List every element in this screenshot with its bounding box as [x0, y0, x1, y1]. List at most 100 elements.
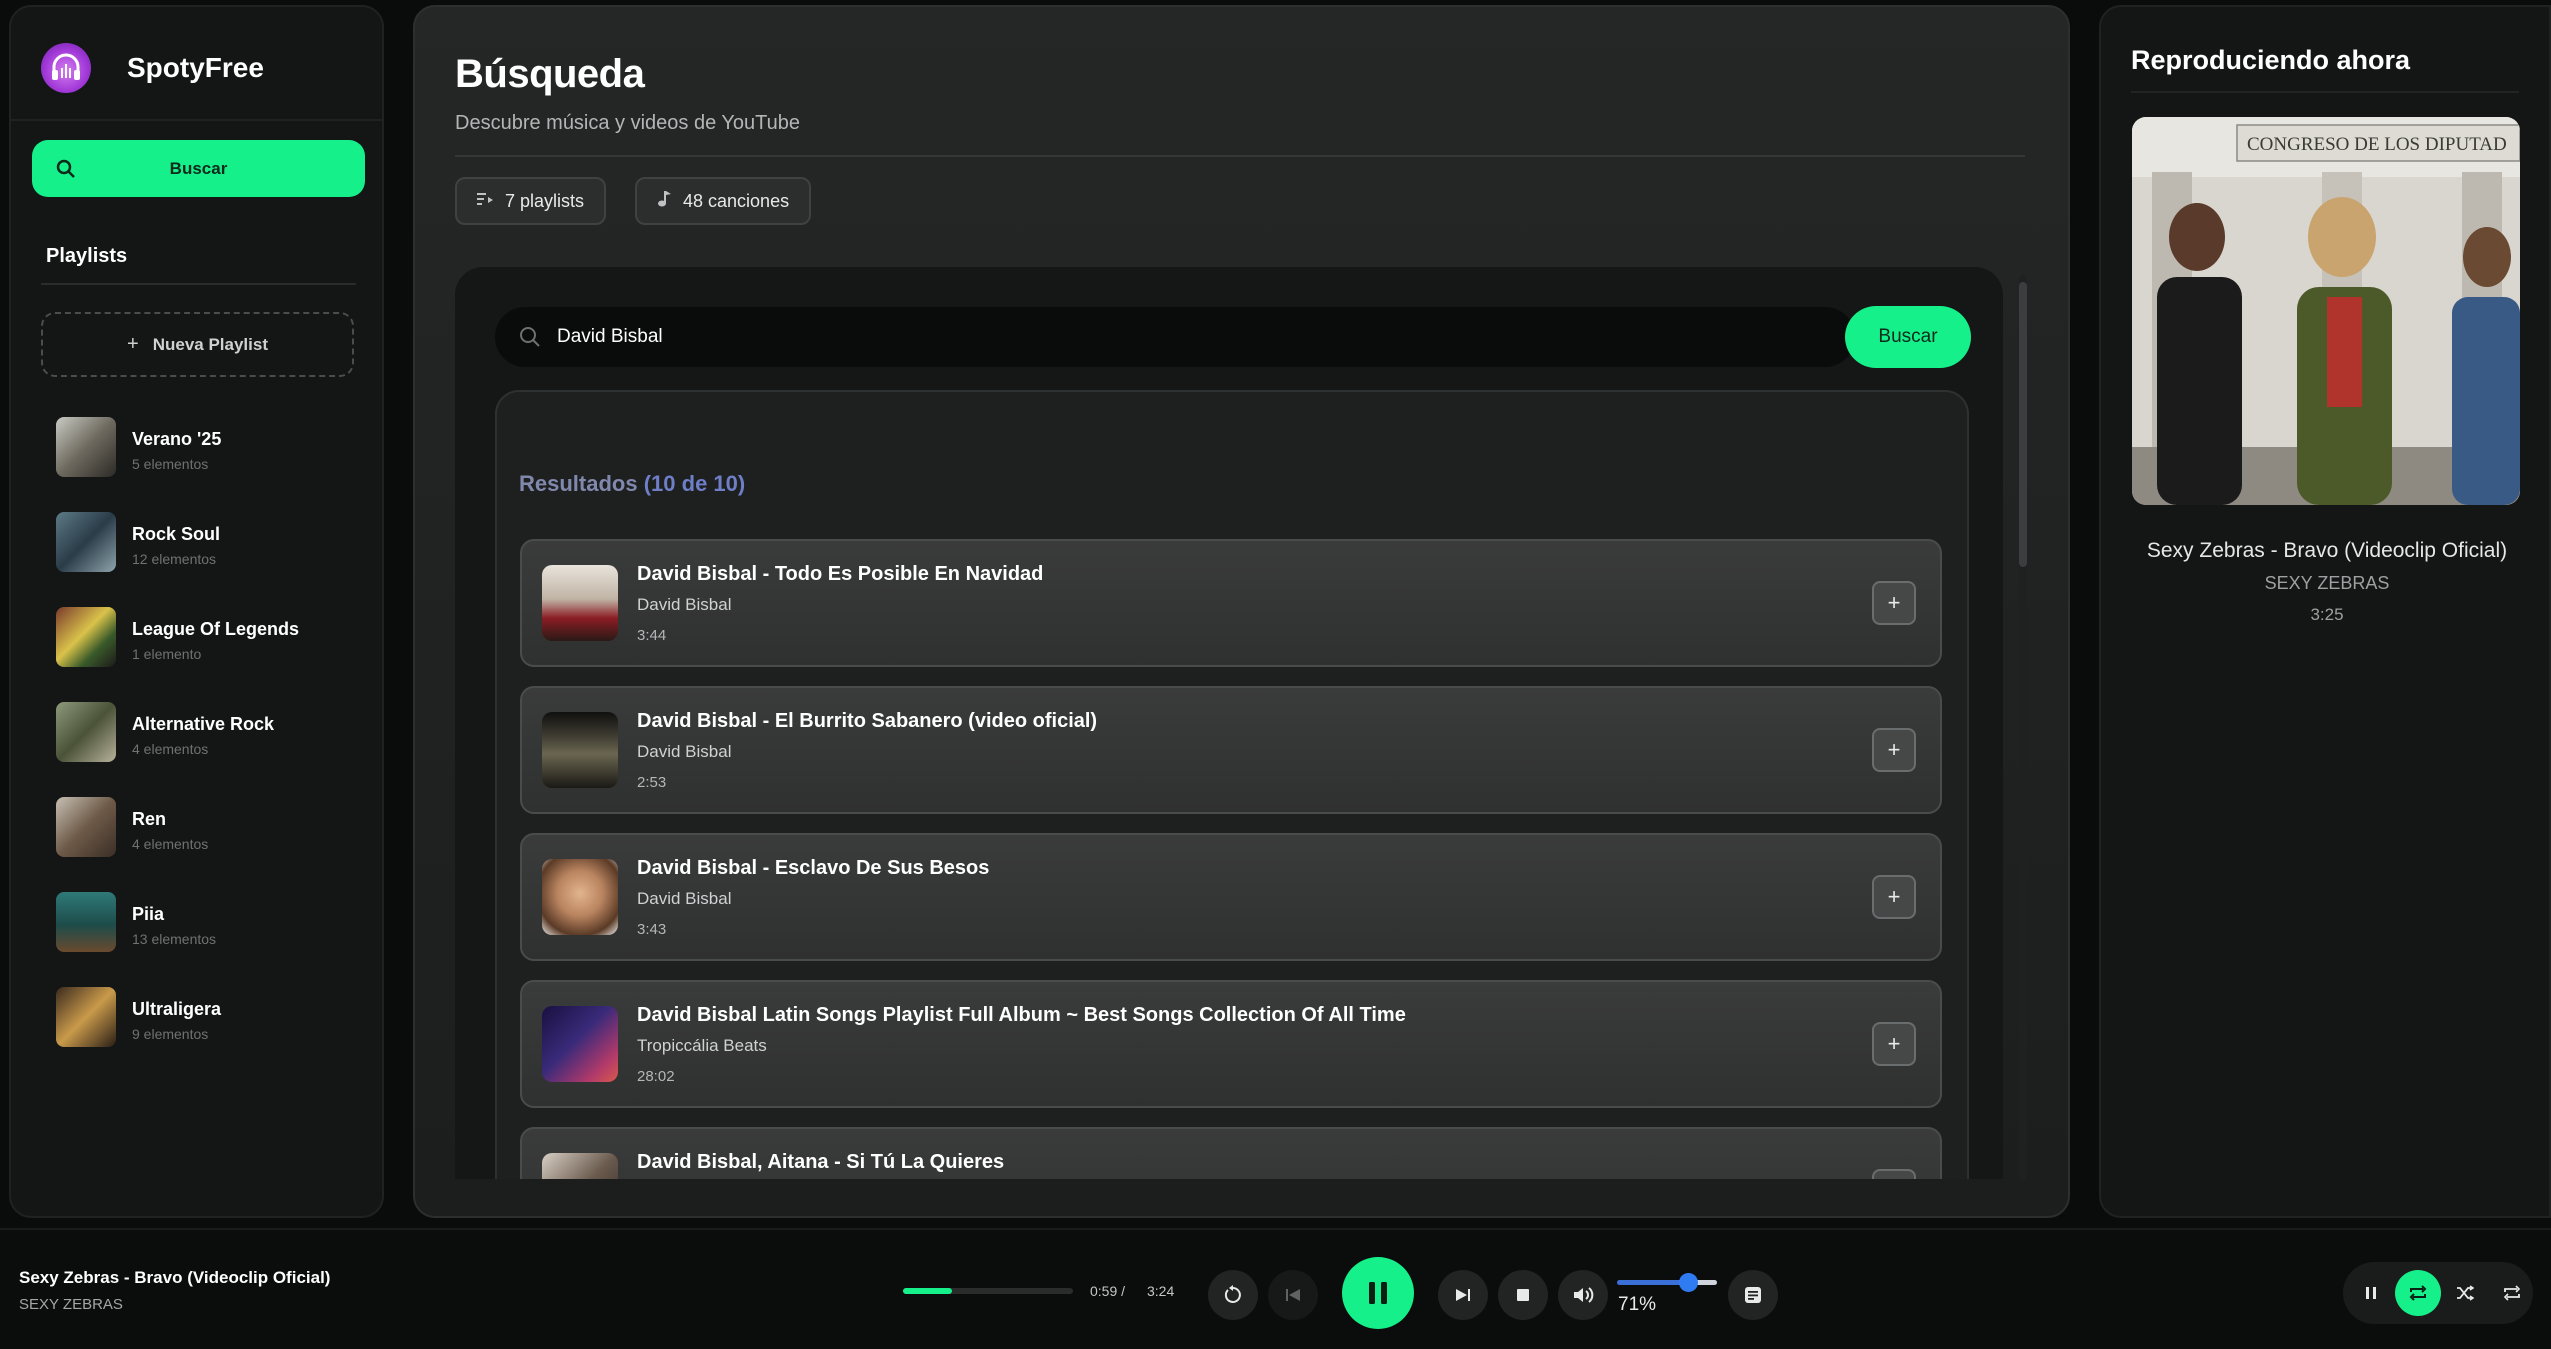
replay-icon — [1224, 1285, 1241, 1303]
result-artist: David Bisbal — [637, 889, 732, 908]
skip-next-icon — [1456, 1289, 1470, 1301]
result-duration: 28:02 — [637, 1068, 675, 1085]
sidebar-item-playlist[interactable]: League Of Legends 1 elemento — [56, 607, 356, 702]
search-input[interactable] — [557, 326, 1807, 348]
playlist-thumbnail — [56, 987, 116, 1047]
volume-slider-handle[interactable] — [1679, 1273, 1698, 1292]
sidebar-item-playlist[interactable]: Alternative Rock 4 elementos — [56, 702, 356, 797]
new-playlist-label: Nueva Playlist — [152, 334, 268, 354]
plus-icon: + — [1887, 590, 1901, 615]
playlist-name: Verano '25 — [132, 429, 222, 449]
divider — [11, 119, 382, 121]
app-name: SpotyFree — [127, 52, 264, 83]
pause-icon — [2366, 1287, 2376, 1299]
mini-pause-button[interactable] — [2348, 1270, 2394, 1316]
progress-bar[interactable] — [903, 1288, 1073, 1294]
skip-previous-icon — [1286, 1289, 1300, 1301]
add-to-playlist-button[interactable]: + — [1872, 1169, 1916, 1179]
add-to-playlist-button[interactable]: + — [1872, 1022, 1916, 1066]
result-title: David Bisbal - Todo Es Posible En Navida… — [637, 563, 1044, 585]
results-count: (10 de 10) — [643, 471, 746, 496]
repeat-button[interactable] — [2395, 1270, 2441, 1316]
result-artist: Tropiccália Beats — [637, 1036, 767, 1055]
stop-icon — [1517, 1289, 1529, 1301]
page-title: Búsqueda — [455, 52, 645, 96]
result-item[interactable]: David Bisbal - El Burrito Sabanero (vide… — [520, 686, 1942, 814]
elapsed-time: 0:59 / — [1090, 1283, 1126, 1299]
new-playlist-button[interactable]: + Nueva Playlist — [41, 312, 354, 377]
sidebar-item-playlist[interactable]: Ultraligera 9 elementos — [56, 987, 356, 1082]
volume-button[interactable] — [1558, 1270, 1608, 1320]
add-to-playlist-button[interactable]: + — [1872, 875, 1916, 919]
plus-icon: + — [1888, 1178, 1901, 1179]
loop-icon — [2503, 1285, 2521, 1301]
next-button[interactable] — [1438, 1270, 1488, 1320]
volume-icon — [1574, 1287, 1594, 1303]
page-subtitle: Descubre música y videos de YouTube — [455, 112, 801, 134]
shuffle-button[interactable] — [2442, 1270, 2488, 1316]
result-title: David Bisbal - El Burrito Sabanero (vide… — [637, 710, 1098, 732]
sidebar-item-playlist[interactable]: Rock Soul 12 elementos — [56, 512, 356, 607]
sidebar-item-playlist[interactable]: Ren 4 elementos — [56, 797, 356, 892]
playlist-count: 12 elementos — [132, 551, 217, 567]
result-item[interactable]: David Bisbal - Esclavo De Sus Besos Davi… — [520, 833, 1942, 961]
result-item[interactable]: David Bisbal, Aitana - Si Tú La Quieres … — [520, 1127, 1942, 1179]
result-item[interactable]: David Bisbal Latin Songs Playlist Full A… — [520, 980, 1942, 1108]
player-song-title: Sexy Zebras - Bravo (Videoclip Oficial) — [19, 1268, 331, 1287]
lyrics-button[interactable] — [1728, 1270, 1778, 1320]
result-thumbnail — [542, 859, 618, 935]
playlist-thumbnail — [56, 607, 116, 667]
sidebar-item-playlist[interactable]: Verano '25 5 elementos — [56, 417, 356, 512]
divider — [41, 283, 356, 285]
search-submit-button[interactable]: Buscar — [1845, 306, 1971, 368]
playlist-thumbnail — [56, 417, 116, 477]
replay-button[interactable] — [1208, 1270, 1258, 1320]
search-bar — [495, 307, 1855, 367]
result-duration: 2:53 — [637, 774, 667, 791]
playlist-name: Piia — [132, 904, 165, 924]
sidebar-search-button[interactable]: Buscar — [32, 140, 365, 197]
stop-button[interactable] — [1498, 1270, 1548, 1320]
result-thumbnail — [542, 565, 618, 641]
add-to-playlist-button[interactable]: + — [1872, 581, 1916, 625]
playlist-list: Verano '25 5 elementos Rock Soul 12 elemen… — [56, 417, 356, 1082]
player-artist: SEXY ZEBRAS — [19, 1296, 123, 1313]
result-duration: 3:43 — [637, 921, 667, 938]
now-playing-panel: Reproduciendo ahora CONGRESO DE LOS DIPU… — [2099, 5, 2551, 1218]
playlists-count-chip[interactable]: 7 playlists — [455, 177, 607, 225]
now-playing-artist: SEXY ZEBRAS — [2264, 573, 2390, 593]
add-to-playlist-button[interactable]: + — [1872, 728, 1916, 772]
sidebar-search-label: Buscar — [169, 158, 228, 178]
shuffle-icon — [2457, 1285, 2474, 1301]
now-playing-artwork: CONGRESO DE LOS DIPUTAD — [2132, 117, 2520, 505]
playlist-count: 5 elementos — [132, 456, 209, 472]
volume-percent: 71% — [1618, 1294, 1657, 1315]
playlist-count: 4 elementos — [132, 741, 209, 757]
lyrics-icon — [1745, 1287, 1761, 1303]
playlist-thumbnail — [56, 512, 116, 572]
main-panel: Búsqueda Descubre música y videos de You… — [413, 5, 2070, 1218]
results-scrollbar-thumb[interactable] — [2019, 282, 2027, 567]
result-item[interactable]: David Bisbal - Todo Es Posible En Navida… — [520, 539, 1942, 667]
pause-icon — [1369, 1282, 1387, 1304]
artwork-caption: CONGRESO DE LOS DIPUTAD — [2247, 134, 2507, 155]
brand[interactable]: SpotyFree — [41, 37, 264, 99]
sidebar-item-playlist[interactable]: Piia 13 elementos — [56, 892, 356, 987]
pause-button[interactable] — [1342, 1257, 1414, 1329]
songs-count-chip[interactable]: 48 canciones — [635, 177, 812, 225]
divider — [455, 155, 2025, 157]
previous-button[interactable] — [1268, 1270, 1318, 1320]
result-artist: David Bisbal — [637, 595, 732, 614]
playlist-count: 4 elementos — [132, 836, 209, 852]
plus-icon: + — [1887, 884, 1901, 909]
now-playing-song: Sexy Zebras - Bravo (Videoclip Oficial) — [2146, 539, 2508, 562]
playlists-count: 7 playlists — [505, 190, 585, 211]
divider — [2131, 91, 2519, 93]
repeat-icon — [2409, 1285, 2427, 1301]
playlist-name: Alternative Rock — [132, 714, 275, 734]
loop-button[interactable] — [2489, 1270, 2535, 1316]
playlist-name: Ren — [132, 809, 167, 829]
plus-icon: + — [1887, 1031, 1901, 1056]
result-thumbnail — [542, 712, 618, 788]
playlist-thumbnail — [56, 702, 116, 762]
